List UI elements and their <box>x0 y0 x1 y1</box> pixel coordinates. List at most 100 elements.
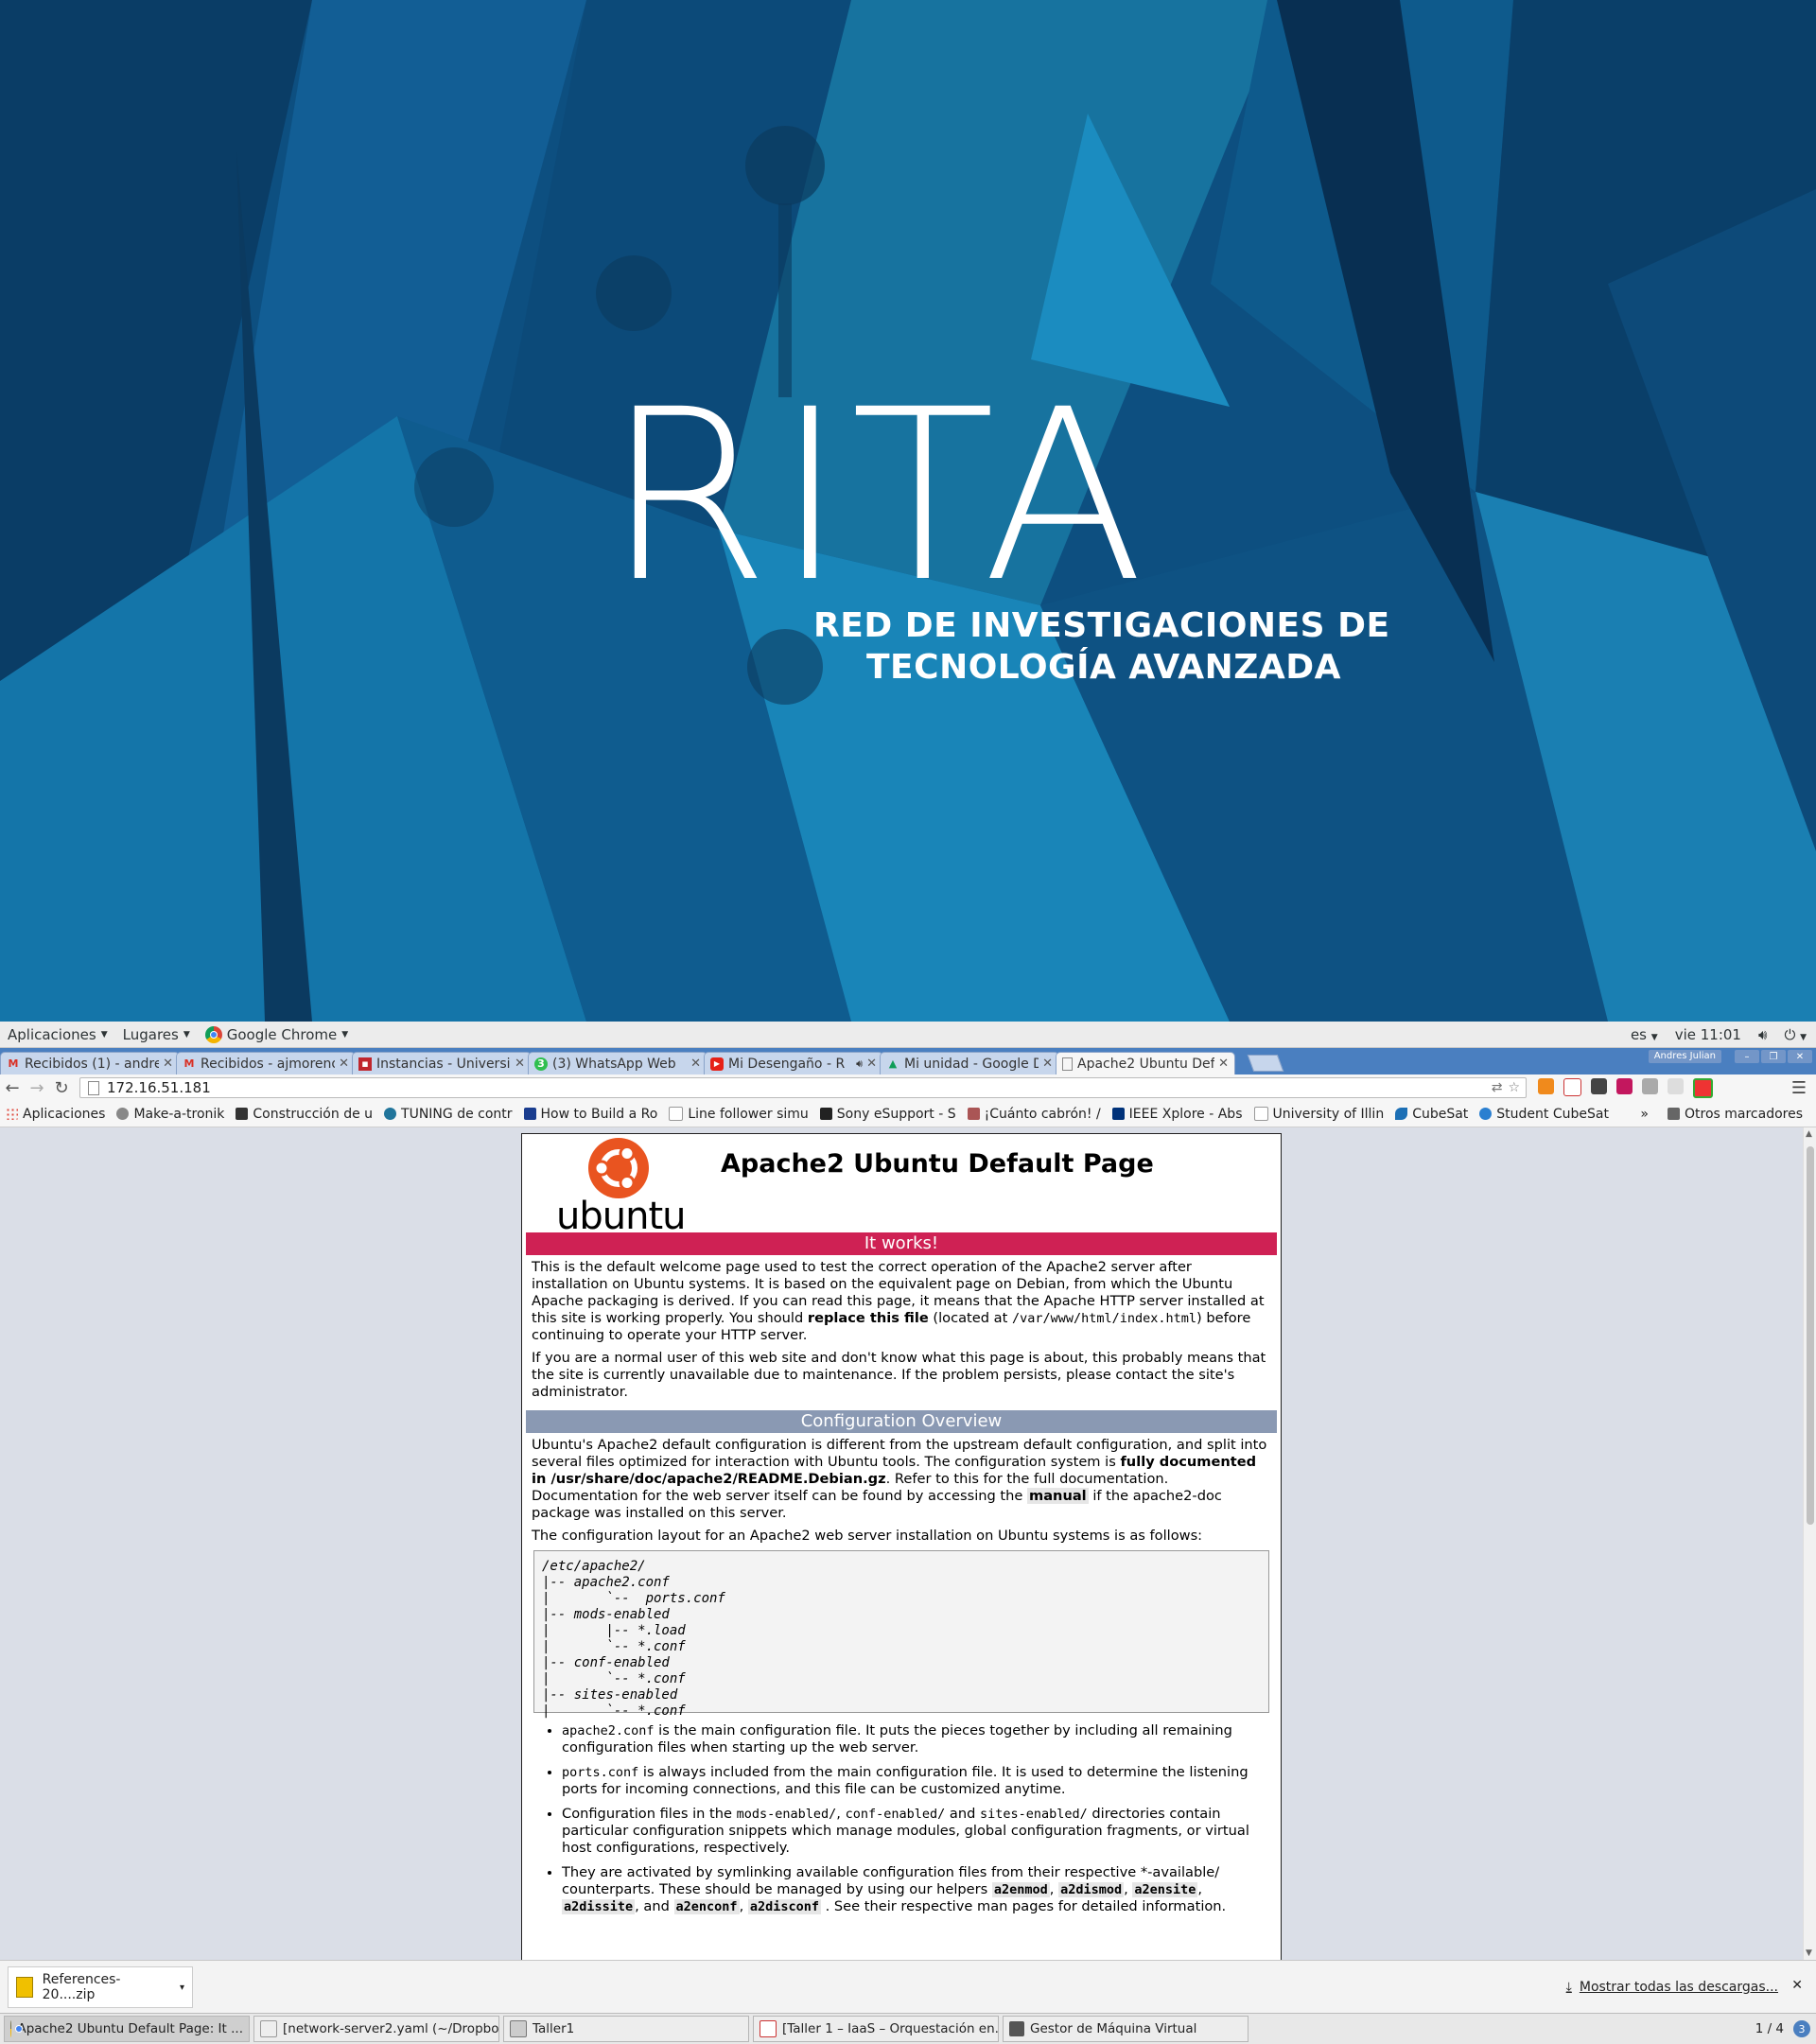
chrome-icon <box>204 1025 222 1043</box>
chrome-menu-icon[interactable]: ☰ <box>1791 1078 1807 1098</box>
download-item[interactable]: References-20....zip ▾ <box>8 1966 193 2008</box>
extension-6-icon[interactable] <box>1668 1077 1684 1094</box>
extension-7-icon[interactable] <box>1693 1077 1713 1098</box>
page-icon <box>669 1107 684 1121</box>
taskbar-item-chrome[interactable]: Apache2 Ubuntu Default Page: It ... <box>4 2016 250 2042</box>
taskbar-item-taller1[interactable]: Taller1 <box>503 2016 749 2042</box>
bookmark-item[interactable]: How to Build a Ro <box>518 1107 664 1122</box>
extension-1-icon[interactable] <box>1538 1077 1554 1094</box>
manual-link[interactable]: manual <box>1027 1488 1089 1504</box>
other-bookmarks[interactable]: Otros marcadores <box>1662 1107 1808 1122</box>
bookmark-item[interactable]: Sony eSupport - S <box>814 1107 962 1122</box>
bookmark-label: Otros marcadores <box>1684 1106 1803 1122</box>
chrome-icon <box>10 2020 29 2037</box>
back-button[interactable]: ← <box>0 1078 25 1098</box>
bookmark-item[interactable]: Student CubeSat <box>1474 1107 1615 1122</box>
task-label: Taller1 <box>533 2021 575 2036</box>
bookmark-star-icon[interactable]: ☆ <box>1508 1080 1520 1095</box>
address-bar[interactable]: 172.16.51.181 ⇄ ☆ <box>79 1077 1527 1098</box>
bookmark-label: Make-a-tronik <box>133 1106 225 1122</box>
bookmark-label: Line follower simu <box>688 1106 809 1122</box>
tab-label: Mi unidad - Google D <box>904 1056 1039 1072</box>
clock[interactable]: vie 11:01 <box>1675 1026 1741 1043</box>
chevron-down-icon[interactable]: ▾ <box>180 1983 184 1993</box>
bookmark-label: How to Build a Ro <box>540 1106 658 1122</box>
apps-grid-icon <box>6 1108 18 1120</box>
workspace-pager[interactable]: 1 / 4 3 <box>1755 2020 1816 2037</box>
openstack-icon: ▪ <box>358 1057 372 1071</box>
bookmark-item[interactable]: Line follower simu <box>663 1107 813 1122</box>
bookmark-item[interactable]: TUNING de contr <box>378 1107 518 1122</box>
page-title: Apache2 Ubuntu Default Page <box>721 1149 1154 1179</box>
bookmark-label: CubeSat <box>1412 1106 1469 1122</box>
browser-toolbar: ← → ↻ 172.16.51.181 ⇄ ☆ ☰ <box>0 1074 1816 1102</box>
more-bookmarks-chevron-icon[interactable]: » <box>1640 1107 1649 1122</box>
browser-tab-strip: M Recibidos (1) - andre ✕ M Recibidos - ajm… <box>0 1048 1816 1074</box>
close-icon[interactable]: ✕ <box>163 1057 173 1071</box>
bookmark-apps[interactable]: Aplicaciones <box>0 1107 111 1122</box>
close-icon[interactable]: ✕ <box>1791 1978 1803 1993</box>
close-icon[interactable]: ✕ <box>1042 1057 1053 1071</box>
extension-4-icon[interactable] <box>1616 1077 1633 1094</box>
close-icon[interactable]: ✕ <box>515 1057 525 1071</box>
notification-icon[interactable]: 3 <box>1793 2020 1810 2037</box>
translate-icon[interactable]: ⇄ <box>1492 1080 1503 1095</box>
tab-google-drive[interactable]: ▲ Mi unidad - Google D ✕ <box>880 1052 1059 1074</box>
close-icon[interactable]: ✕ <box>690 1057 701 1071</box>
tab-gmail-2[interactable]: M Recibidos - ajmoreno ✕ <box>176 1052 356 1074</box>
scrollbar-thumb[interactable] <box>1807 1146 1814 1525</box>
virtual-machine-icon <box>1009 2021 1024 2036</box>
scroll-down-icon[interactable]: ▼ <box>1806 1948 1812 1958</box>
taskbar-item-virt-manager[interactable]: Gestor de Máquina Virtual <box>1003 2016 1248 2042</box>
tab-whatsapp[interactable]: 3 (3) WhatsApp Web ✕ <box>528 1052 707 1074</box>
tab-youtube[interactable]: ▶ Mi Desengaño - R 🔊︎ ✕ <box>704 1052 883 1074</box>
close-icon[interactable]: ✕ <box>339 1057 349 1071</box>
folder-icon <box>1667 1108 1680 1120</box>
tab-label: Recibidos (1) - andre <box>25 1056 160 1072</box>
volume-icon[interactable]: 🔊︎ <box>1758 1026 1767 1043</box>
bookmark-item[interactable]: University of Illin <box>1248 1107 1390 1122</box>
chevron-down-icon: ▼ <box>341 1029 349 1039</box>
applications-label: Aplicaciones <box>8 1025 96 1043</box>
bookmark-item[interactable]: ¡Cuánto cabrón! / <box>962 1107 1107 1122</box>
power-icon[interactable]: ⏻ ▼ <box>1784 1026 1807 1043</box>
tab-apache2[interactable]: Apache2 Ubuntu Def ✕ <box>1056 1052 1235 1074</box>
bookmark-item[interactable]: CubeSat <box>1389 1107 1474 1122</box>
page-scrollbar[interactable]: ▲ ▼ <box>1803 1127 1816 1960</box>
close-window-button[interactable]: ✕ <box>1788 1050 1812 1063</box>
restore-button[interactable]: ❐ <box>1761 1050 1786 1063</box>
rita-subtitle-line2: TECNOLOGÍA AVANZADA <box>866 648 1341 687</box>
page-info-icon[interactable] <box>88 1080 99 1095</box>
close-icon[interactable]: ✕ <box>1218 1057 1229 1071</box>
applications-menu[interactable]: Aplicaciones ▼ <box>0 1022 115 1047</box>
places-label: Lugares <box>122 1025 179 1043</box>
tab-instancias[interactable]: ▪ Instancias - Universi ✕ <box>352 1052 532 1074</box>
taskbar-item-editor[interactable]: [network-server2.yaml (~/Dropbo... <box>253 2016 499 2042</box>
bookmark-item[interactable]: Construcción de u <box>230 1107 378 1122</box>
close-icon[interactable]: ✕ <box>866 1057 877 1071</box>
taskbar-item-document[interactable]: [Taller 1 – IaaS – Orquestación en... <box>753 2016 999 2042</box>
extension-5-icon[interactable] <box>1642 1077 1658 1094</box>
app-menu[interactable]: Google Chrome ▼ <box>198 1022 356 1047</box>
scroll-up-icon[interactable]: ▲ <box>1806 1129 1812 1139</box>
bookmark-item[interactable]: Make-a-tronik <box>111 1107 230 1122</box>
bookmark-label: Aplicaciones <box>23 1106 106 1122</box>
profile-user-button[interactable]: Andres Julian <box>1648 1050 1721 1063</box>
show-all-downloads-link[interactable]: ⤓ Mostrar todas las descargas... <box>1566 1980 1778 1995</box>
reload-button[interactable]: ↻ <box>49 1078 74 1098</box>
pocket-icon[interactable] <box>1591 1077 1607 1094</box>
task-label: Apache2 Ubuntu Default Page: It ... <box>17 2021 243 2036</box>
tab-label: Instancias - Universi <box>376 1056 511 1072</box>
new-tab-button[interactable] <box>1247 1055 1284 1072</box>
minimize-button[interactable]: – <box>1735 1050 1759 1063</box>
tab-gmail-1[interactable]: M Recibidos (1) - andre ✕ <box>0 1052 180 1074</box>
task-label: Gestor de Máquina Virtual <box>1030 2021 1197 2036</box>
input-language[interactable]: es ▼ <box>1631 1026 1658 1043</box>
ubuntu-circle-of-friends-icon <box>588 1138 649 1198</box>
forward-button[interactable]: → <box>25 1078 49 1098</box>
places-menu[interactable]: Lugares ▼ <box>115 1022 198 1047</box>
sony-icon <box>819 1108 832 1120</box>
config-tree-code-block: /etc/apache2/ |-- apache2.conf | `-- por… <box>533 1550 1269 1719</box>
bookmark-item[interactable]: IEEE Xplore - Abs <box>1107 1107 1248 1122</box>
extension-2-icon[interactable] <box>1563 1077 1581 1096</box>
